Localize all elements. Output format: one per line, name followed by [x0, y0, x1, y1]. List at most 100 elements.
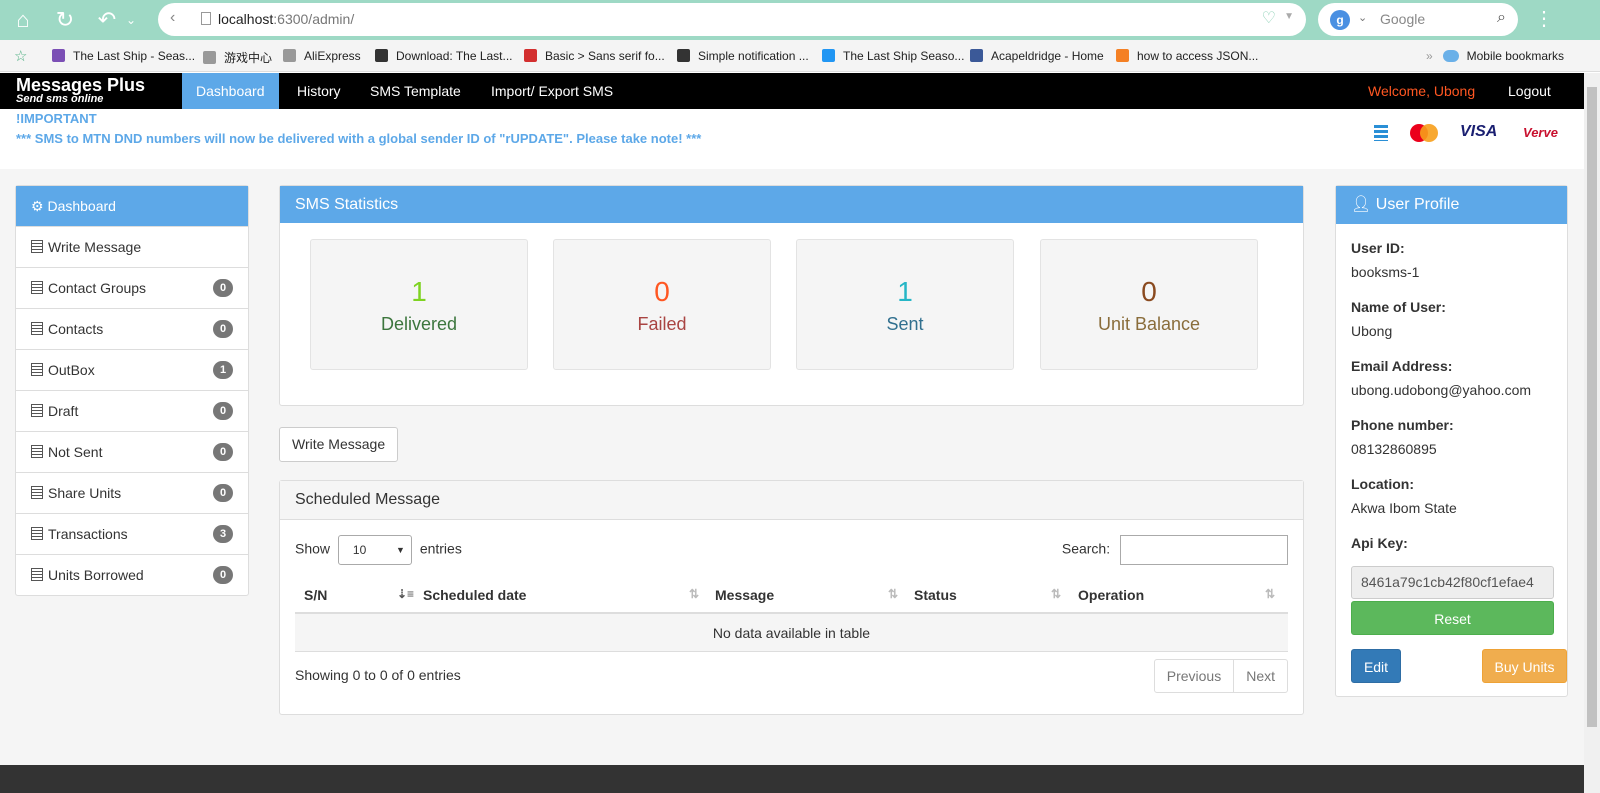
sort-icon[interactable]: ⇅	[888, 587, 898, 601]
scrollbar[interactable]	[1584, 73, 1600, 793]
reset-button[interactable]: Reset	[1351, 601, 1554, 635]
notice-message: *** SMS to MTN DND numbers will now be d…	[16, 131, 702, 146]
bookmark-item[interactable]: Basic > Sans serif fo...	[524, 49, 665, 63]
menu-icon[interactable]: ⋮	[1534, 6, 1554, 31]
nav-import-export[interactable]: Import/ Export SMS	[477, 73, 627, 109]
favorite-icon[interactable]: ♡	[1262, 8, 1276, 28]
brand[interactable]: Messages Plus Send sms online	[16, 75, 146, 105]
entries-select[interactable]: 10 ▼	[337, 535, 412, 565]
list-icon	[31, 486, 43, 499]
bookmark-label: how to access JSON...	[1137, 49, 1259, 63]
bookmark-item[interactable]: Simple notification ...	[677, 49, 809, 63]
bookmark-label: AliExpress	[304, 49, 361, 63]
home-icon[interactable]: ⌂	[9, 6, 37, 34]
stat-card: 1 Delivered	[310, 239, 528, 370]
table-info: Showing 0 to 0 of 0 entries	[295, 667, 461, 683]
chevron-down-icon[interactable]: ⌄	[117, 6, 145, 34]
nav-sms-template[interactable]: SMS Template	[356, 73, 475, 109]
scrollbar-thumb[interactable]	[1587, 87, 1597, 727]
sms-statistics-panel: SMS Statistics 1 Delivered 0 Failed 1 Sent 0 Un…	[279, 185, 1304, 406]
col-sn[interactable]: S/N	[304, 587, 327, 603]
api-key-field[interactable]: 8461a79c1cb42f80cf1efae4	[1351, 566, 1554, 599]
nav-dashboard[interactable]: Dashboard	[182, 73, 279, 109]
address-bar[interactable]: ‹ localhost:6300/admin/ ♡ ▼	[158, 3, 1306, 36]
buy-units-button[interactable]: Buy Units	[1482, 649, 1567, 683]
sort-icon[interactable]: ⇅	[1265, 587, 1275, 601]
bookmark-item[interactable]: how to access JSON...	[1116, 49, 1258, 63]
bookmark-favicon-icon	[203, 51, 216, 64]
count-badge: 0	[213, 566, 233, 584]
bookmark-favicon-icon	[970, 49, 983, 62]
bookmarks-bar: ☆ The Last Ship - Seas... 游戏中心 AliExpress D…	[0, 40, 1600, 72]
stat-value: 1	[411, 276, 427, 307]
edit-button[interactable]: Edit	[1351, 649, 1401, 683]
bookmark-item[interactable]: The Last Ship Seaso...	[822, 49, 964, 63]
sidebar-item[interactable]: Not Sent 0	[16, 431, 248, 472]
sidebar-item[interactable]: Draft 0	[16, 390, 248, 431]
brand-title: Messages Plus	[16, 75, 146, 95]
google-icon: g	[1330, 10, 1350, 30]
sort-icon[interactable]: ⇅	[1051, 587, 1061, 601]
chevron-right-icon[interactable]: »	[1426, 49, 1433, 63]
search-box[interactable]: g ⌄ Google ⌕	[1318, 3, 1518, 36]
logout-link[interactable]: Logout	[1508, 73, 1551, 109]
list-icon	[31, 445, 43, 458]
col-scheduled-date[interactable]: Scheduled date	[423, 587, 526, 603]
bookmark-item[interactable]: 游戏中心	[203, 49, 272, 66]
bookmark-label: Download: The Last...	[396, 49, 513, 63]
profile-field-label: Location:	[1351, 476, 1414, 492]
star-icon[interactable]: ☆	[14, 47, 27, 65]
stat-card: 1 Sent	[796, 239, 1014, 370]
count-badge: 0	[213, 402, 233, 420]
sidebar-item[interactable]: Contact Groups 0	[16, 267, 248, 308]
bookmark-favicon-icon	[375, 49, 388, 62]
sidebar-item-label: Not Sent	[48, 444, 103, 460]
bookmark-item[interactable]: Download: The Last...	[375, 49, 513, 63]
bookmark-item[interactable]: Acapeldridge - Home	[970, 49, 1104, 63]
stat-value: 0	[654, 276, 670, 307]
previous-button[interactable]: Previous	[1155, 660, 1233, 692]
search-icon[interactable]: ⌕	[1497, 9, 1506, 27]
url-text: localhost:6300/admin/	[218, 11, 354, 27]
mobile-bookmarks[interactable]: » Mobile bookmarks	[1426, 49, 1564, 63]
bookmark-favicon-icon	[1116, 49, 1129, 62]
scheduled-table: S/N ⇣≡ Scheduled date ⇅ Message ⇅ Status…	[295, 577, 1288, 652]
sidebar-item-label: Write Message	[48, 239, 142, 255]
footer	[0, 765, 1584, 793]
card-logo-icon	[1374, 125, 1388, 141]
sidebar-item[interactable]: Units Borrowed 0	[16, 554, 248, 595]
sort-icon[interactable]: ⇅	[689, 587, 699, 601]
stat-label: Delivered	[380, 314, 458, 334]
bookmark-item[interactable]: The Last Ship - Seas...	[52, 49, 195, 63]
user-icon: 👤︎	[1351, 196, 1376, 213]
list-icon	[31, 527, 43, 540]
col-status[interactable]: Status	[914, 587, 957, 603]
sidebar-item[interactable]: Share Units 0	[16, 472, 248, 513]
sidebar-item[interactable]: OutBox 1	[16, 349, 248, 390]
list-icon	[31, 404, 43, 417]
chevron-down-icon[interactable]: ⌄	[1358, 11, 1367, 24]
back-icon[interactable]: ‹	[170, 9, 175, 27]
bookmark-item[interactable]: AliExpress	[283, 49, 361, 63]
nav-history[interactable]: History	[283, 73, 355, 109]
sidebar-header[interactable]: ⚙ Dashboard	[16, 186, 248, 226]
search-input[interactable]	[1120, 535, 1288, 565]
bookmark-label: The Last Ship - Seas...	[73, 49, 196, 63]
sort-asc-icon[interactable]: ⇣≡	[397, 587, 414, 601]
write-message-button[interactable]: Write Message	[279, 427, 399, 462]
col-operation[interactable]: Operation	[1078, 587, 1144, 603]
reload-icon[interactable]: ↻	[51, 6, 79, 34]
dropdown-icon[interactable]: ▼	[1284, 11, 1294, 22]
sidebar-item[interactable]: Write Message	[16, 226, 248, 267]
next-button[interactable]: Next	[1233, 660, 1287, 692]
app-navbar: Messages Plus Send sms online Dashboard …	[0, 73, 1584, 109]
sidebar-item[interactable]: Transactions 3	[16, 513, 248, 554]
bookmark-label: Simple notification ...	[698, 49, 809, 63]
table-header: S/N ⇣≡ Scheduled date ⇅ Message ⇅ Status…	[295, 577, 1288, 614]
folder-icon	[1442, 50, 1459, 62]
bookmark-label: Acapeldridge - Home	[991, 49, 1104, 63]
count-badge: 0	[213, 443, 233, 461]
sidebar-item[interactable]: Contacts 0	[16, 308, 248, 349]
count-badge: 0	[213, 279, 233, 297]
col-message[interactable]: Message	[715, 587, 774, 603]
